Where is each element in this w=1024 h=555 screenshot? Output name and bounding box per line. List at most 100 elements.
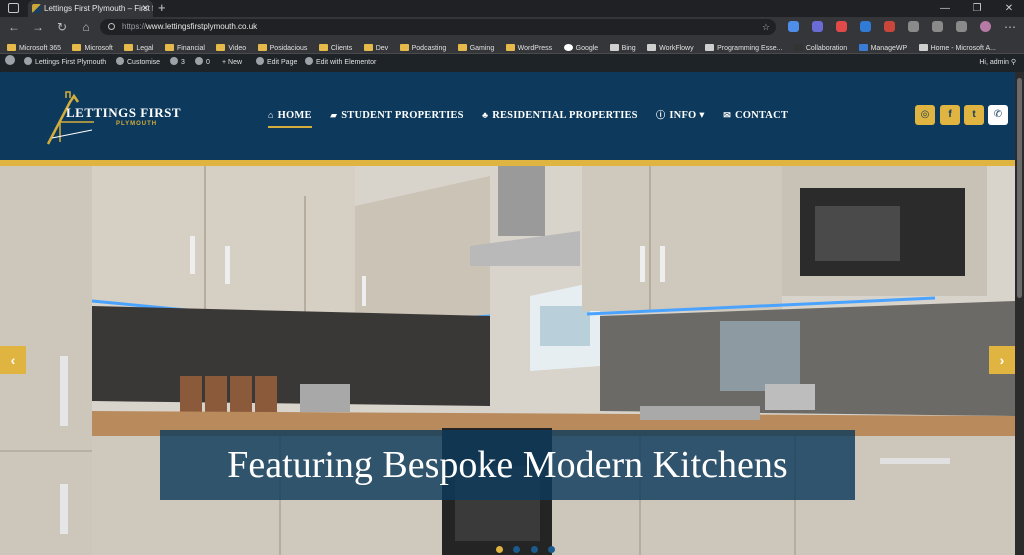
admin-edit-page[interactable]: Edit Page	[256, 54, 297, 72]
bookmark-item[interactable]: Microsoft	[72, 40, 113, 53]
admin-account[interactable]: Hi, admin ⚲	[979, 54, 1016, 72]
folder-icon	[164, 44, 174, 51]
extensions-puzzle-icon[interactable]	[908, 21, 919, 32]
url-host: www.lettingsfirstplymouth.co.uk	[146, 22, 258, 31]
folder-icon	[318, 44, 328, 51]
google-icon	[563, 44, 573, 51]
maximize-button[interactable]: ❐	[962, 0, 992, 17]
profile-avatar[interactable]	[980, 21, 991, 32]
extension-icon[interactable]	[860, 21, 871, 32]
facebook-icon[interactable]: f	[940, 105, 960, 125]
wordpress-logo-icon[interactable]	[5, 54, 18, 72]
bookmark-item[interactable]: Google	[563, 40, 598, 53]
slider-prev-button[interactable]: ‹	[0, 346, 26, 374]
bookmark-item[interactable]: ManageWP	[858, 40, 907, 53]
minimize-button[interactable]: —	[930, 0, 960, 17]
phone-icon[interactable]: ✆	[988, 105, 1008, 125]
bookmark-item[interactable]: Programming Esse...	[705, 40, 782, 53]
envelope-icon: ✉	[723, 110, 731, 120]
back-icon[interactable]: ←	[6, 19, 22, 35]
new-tab-button[interactable]: +	[158, 0, 166, 16]
extension-icon[interactable]	[884, 21, 895, 32]
nav-residential-properties[interactable]: ♣ RESIDENTIAL PROPERTIES	[482, 102, 638, 128]
page-icon	[705, 44, 715, 51]
favorite-star-icon[interactable]: ☆	[762, 19, 770, 35]
bookmark-item[interactable]: Posidacious	[257, 40, 307, 53]
slider-dot[interactable]	[548, 546, 556, 553]
site-header: LETTINGS FIRST PLYMOUTH ⌂ HOME ▰ STUDENT P…	[0, 72, 1015, 160]
admin-updates[interactable]: 3	[170, 54, 185, 72]
search-icon[interactable]: ⚲	[1011, 59, 1016, 66]
collections-icon[interactable]	[956, 21, 967, 32]
bookmark-item[interactable]: Video	[216, 40, 246, 53]
bookmark-item[interactable]: Dev	[363, 40, 388, 53]
slider-dot[interactable]	[513, 546, 521, 553]
bookmark-item[interactable]: Financial	[164, 40, 205, 53]
buildings-icon: ♣	[482, 110, 489, 120]
nav-info[interactable]: ⓘ INFO ▾	[656, 102, 705, 128]
bookmark-item[interactable]: Bing	[609, 40, 636, 53]
url-prefix: https://	[122, 22, 147, 31]
folder-icon	[399, 44, 409, 51]
bookmarks-bar: Microsoft 365 Microsoft Legal Financial …	[0, 37, 1024, 54]
slider-dot[interactable]	[530, 546, 538, 553]
managewp-icon	[858, 44, 868, 51]
slider-next-button[interactable]: ›	[989, 346, 1015, 374]
site-logo[interactable]: LETTINGS FIRST PLYMOUTH	[44, 88, 181, 148]
bookmark-item[interactable]: WordPress	[505, 40, 552, 53]
nav-contact[interactable]: ✉ CONTACT	[723, 102, 788, 128]
menu-dots-icon[interactable]: ⋯	[1002, 19, 1018, 35]
bookmark-item[interactable]: Home - Microsoft A...	[918, 40, 996, 53]
refresh-icon[interactable]: ↻	[54, 19, 70, 35]
home-icon: ⌂	[268, 110, 274, 120]
address-bar[interactable]: https://www.lettingsfirstplymouth.co.uk …	[100, 19, 776, 35]
bookmark-item[interactable]: Collaboration	[793, 40, 847, 53]
folder-icon	[216, 44, 226, 51]
extension-icon[interactable]	[788, 21, 799, 32]
page-icon	[609, 44, 619, 51]
bookmark-item[interactable]: Clients	[318, 40, 352, 53]
folder-icon	[124, 44, 134, 51]
scrollbar-thumb[interactable]	[1017, 78, 1022, 298]
home-icon[interactable]: ⌂	[78, 19, 94, 35]
twitter-icon[interactable]: t	[964, 105, 984, 125]
slider-dot[interactable]	[496, 546, 503, 553]
page-icon	[647, 44, 657, 51]
folder-icon	[72, 44, 82, 51]
folder-icon	[363, 44, 373, 51]
page-scrollbar[interactable]	[1015, 72, 1024, 555]
lock-icon[interactable]	[108, 23, 115, 30]
admin-new[interactable]: + New	[222, 54, 242, 72]
logo-sub-text: PLYMOUTH	[116, 121, 158, 127]
hero-slider: ‹ › Featuring Bespoke Modern Kitchens	[0, 166, 1015, 555]
browser-tab-bar: Lettings First Plymouth – First fo ✕ + —…	[0, 0, 1024, 17]
admin-comments[interactable]: 0	[195, 54, 210, 72]
folder-icon	[505, 44, 515, 51]
folder-icon	[457, 44, 467, 51]
dashboard-icon	[24, 57, 32, 65]
nav-student-properties[interactable]: ▰ STUDENT PROPERTIES	[330, 102, 464, 128]
window-menu-icon[interactable]	[8, 3, 19, 13]
bookmark-item[interactable]: Legal	[124, 40, 153, 53]
info-icon: ⓘ	[656, 110, 666, 120]
nav-home[interactable]: ⌂ HOME	[268, 102, 312, 128]
folder-icon	[7, 44, 16, 51]
admin-elementor[interactable]: Edit with Elementor	[305, 54, 376, 72]
updates-icon	[170, 57, 178, 65]
instagram-icon[interactable]: ◎	[915, 105, 935, 125]
bookmark-item[interactable]: Microsoft 365	[7, 40, 61, 53]
favorites-icon[interactable]	[932, 21, 943, 32]
folder-icon	[257, 44, 267, 51]
bookmark-item[interactable]: Gaming	[457, 40, 494, 53]
close-window-button[interactable]: ✕	[994, 0, 1024, 17]
admin-site-name[interactable]: Lettings First Plymouth	[24, 54, 106, 72]
bookmark-item[interactable]: WorkFlowy	[647, 40, 694, 53]
forward-icon[interactable]: →	[30, 19, 46, 35]
browser-tab[interactable]: Lettings First Plymouth – First fo ✕	[28, 0, 153, 17]
tab-close-icon[interactable]: ✕	[141, 0, 149, 17]
admin-customise[interactable]: Customise	[116, 54, 160, 72]
graduation-cap-icon: ▰	[330, 110, 338, 120]
extension-icon[interactable]	[836, 21, 847, 32]
bookmark-item[interactable]: Podcasting	[399, 40, 446, 53]
extension-icon[interactable]	[812, 21, 823, 32]
